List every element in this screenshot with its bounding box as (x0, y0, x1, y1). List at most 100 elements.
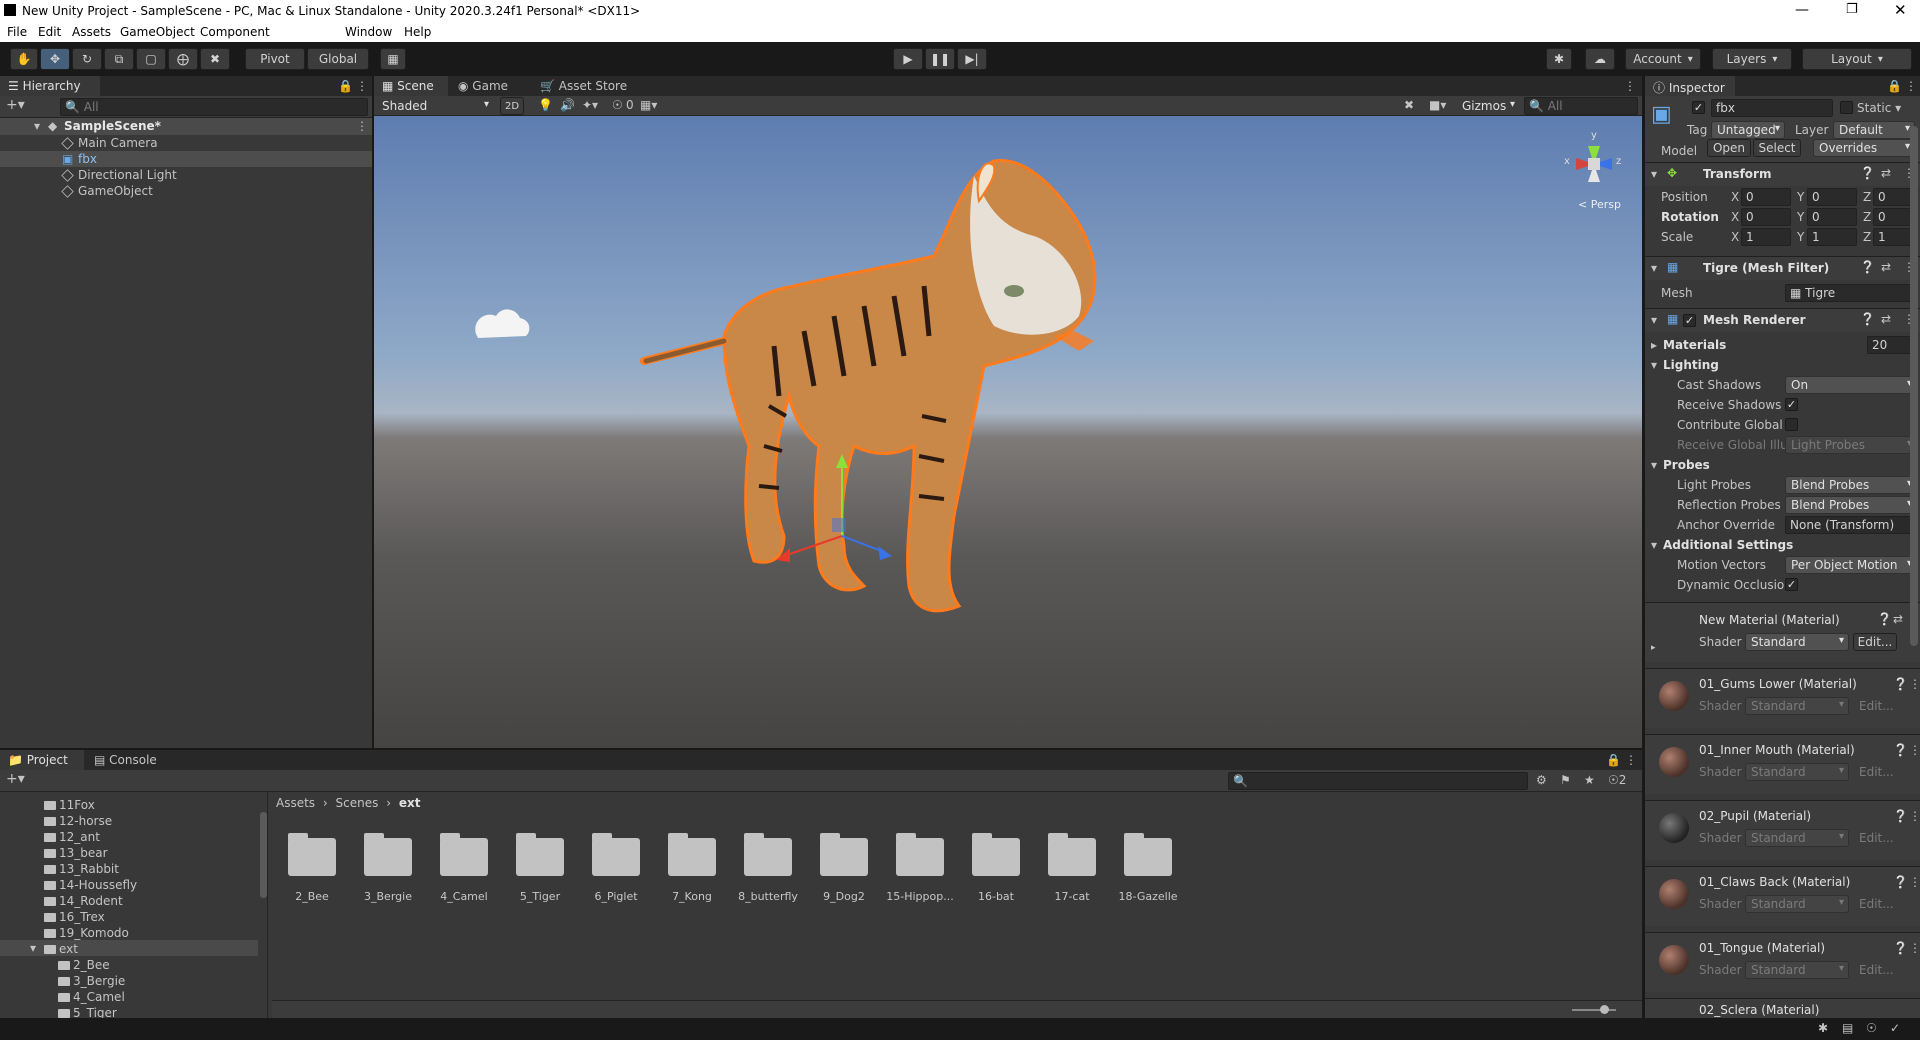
tab-scene[interactable]: ▦ Scene (374, 76, 448, 96)
tree-item-selected[interactable]: ▾ ext (0, 940, 258, 956)
tag-dropdown[interactable]: Untagged (1711, 121, 1785, 139)
asset-folder[interactable]: 2_Bee (272, 820, 352, 910)
shader-dropdown[interactable]: Standard (1745, 633, 1849, 651)
orientation-gizmo-icon[interactable]: y x z (1564, 130, 1624, 194)
tree-item[interactable]: 13_Rabbit (44, 862, 119, 876)
reflection-probes-dropdown[interactable]: Blend Probes (1785, 496, 1917, 514)
breadcrumb-assets[interactable]: Assets (276, 796, 315, 810)
minimize-icon[interactable]: — (1795, 2, 1809, 18)
global-toggle[interactable]: Global (307, 48, 369, 70)
maximize-icon[interactable]: ❐ (1846, 2, 1858, 17)
help-icon[interactable]: ❔ (1893, 875, 1908, 889)
cast-shadows-dropdown[interactable]: On (1785, 376, 1917, 394)
help-icon[interactable]: ❔ (1893, 941, 1908, 955)
expand-arrow-icon[interactable]: ▾ (1651, 167, 1657, 181)
grid-snap-icon[interactable]: ▦ (380, 48, 406, 70)
help-icon[interactable]: ❔ (1860, 260, 1875, 274)
favorites-icon[interactable]: ★ (1584, 773, 1595, 787)
help-icon[interactable]: ❔ (1860, 312, 1875, 326)
preset-icon[interactable]: ⇄ (1893, 612, 1903, 626)
tab-hierarchy[interactable]: ☰ Hierarchy (0, 76, 100, 96)
panel-menu-icon[interactable]: ⋮ (1625, 753, 1637, 767)
breadcrumb-scenes[interactable]: Scenes (336, 796, 379, 810)
mesh-field[interactable]: ▦ Tigre (1785, 284, 1917, 302)
custom-tool-icon[interactable]: ✖ (200, 48, 230, 70)
asset-folder[interactable]: 3_Bergie (348, 820, 428, 910)
scene-row[interactable]: ▾ ◆ SampleScene* ⋮ (0, 118, 372, 135)
zoom-slider[interactable] (1572, 1009, 1616, 1011)
material-section[interactable]: New Material (Material) ❔ ⇄ ⋮ Shader Sta… (1645, 602, 1920, 662)
help-icon[interactable]: ❔ (1893, 743, 1908, 757)
motion-vectors-dropdown[interactable]: Per Object Motion (1785, 556, 1917, 574)
asset-folder[interactable]: 5_Tiger (500, 820, 580, 910)
mesh-renderer-checkbox[interactable]: ✓ (1683, 314, 1696, 327)
component-menu-icon[interactable]: ⋮ (1909, 743, 1920, 757)
panel-menu-icon[interactable]: ⋮ (1905, 79, 1917, 93)
rotation-x-field[interactable]: 0 (1741, 208, 1791, 226)
receive-shadows-checkbox[interactable]: ✓ (1785, 398, 1798, 411)
add-icon[interactable]: +▾ (6, 771, 25, 787)
tree-item[interactable]: 13_bear (44, 846, 108, 860)
material-section[interactable]: 01_Tongue (Material) ❔ ⋮ Shader Standard… (1645, 932, 1920, 992)
overrides-dropdown[interactable]: Overrides (1813, 139, 1915, 157)
add-icon[interactable]: +▾ (6, 97, 25, 113)
lighting-icon[interactable]: 💡 (538, 98, 553, 112)
transform-header[interactable]: ▾ ✥ Transform ❔ ⇄ ⋮ (1645, 162, 1920, 186)
asset-folder[interactable]: 18-Gazelle (1108, 820, 1188, 910)
zoom-slider-handle[interactable] (1600, 1005, 1609, 1014)
menu-edit[interactable]: Edit (38, 25, 61, 39)
camera-settings-icon[interactable]: ■▾ (1429, 98, 1446, 112)
asset-folder[interactable]: 16-bat (956, 820, 1036, 910)
grid-icon[interactable]: ▦▾ (640, 98, 657, 112)
hierarchy-search-input[interactable]: 🔍 All (60, 98, 368, 116)
rotation-y-field[interactable]: 0 (1807, 208, 1857, 226)
mesh-renderer-header[interactable]: ▾ ▦ ✓ Mesh Renderer ❔ ⇄ ⋮ (1645, 308, 1920, 332)
rotate-tool-icon[interactable]: ↻ (72, 48, 102, 70)
search-by-type-icon[interactable]: ⚙ (1536, 773, 1547, 787)
panel-menu-icon[interactable]: ⋮ (356, 79, 368, 93)
step-button[interactable]: ▶| (957, 48, 987, 70)
menu-component[interactable]: Component (200, 25, 270, 39)
close-icon[interactable]: ✕ (1894, 1, 1907, 19)
audio-icon[interactable]: 🔊 (560, 98, 575, 112)
pivot-toggle[interactable]: Pivot (245, 48, 305, 70)
material-section[interactable]: 02_Sclera (Material) (1645, 998, 1920, 1018)
expand-arrow-icon[interactable]: ▾ (1651, 313, 1657, 327)
menu-file[interactable]: File (7, 25, 27, 39)
account-dropdown[interactable]: Account (1625, 48, 1701, 70)
shading-mode-dropdown[interactable]: Shaded (376, 97, 494, 115)
active-checkbox[interactable]: ✓ (1692, 101, 1705, 114)
preset-icon[interactable]: ⇄ (1881, 312, 1891, 326)
material-section[interactable]: 02_Pupil (Material) ❔ ⋮ Shader Standard … (1645, 800, 1920, 860)
tab-project[interactable]: 📁 Project (0, 750, 84, 770)
tools-icon[interactable]: ✖ (1404, 98, 1414, 112)
material-section[interactable]: 01_Claws Back (Material) ❔ ⋮ Shader Stan… (1645, 866, 1920, 926)
help-icon[interactable]: ❔ (1877, 612, 1892, 626)
position-x-field[interactable]: 0 (1741, 188, 1791, 206)
asset-folder[interactable]: 17-cat (1032, 820, 1112, 910)
mesh-filter-header[interactable]: ▾ ▦ Tigre (Mesh Filter) ❔ ⇄ ⋮ (1645, 256, 1920, 280)
help-icon[interactable]: ❔ (1860, 166, 1875, 180)
material-section[interactable]: 01_Gums Lower (Material) ❔ ⋮ Shader Stan… (1645, 668, 1920, 728)
tree-item[interactable]: 4_Camel (58, 990, 125, 1004)
scale-x-field[interactable]: 1 (1741, 228, 1791, 246)
project-search-input[interactable]: 🔍 (1228, 772, 1528, 790)
cloud-icon[interactable]: ☁ (1585, 48, 1615, 70)
tiger-model[interactable] (374, 116, 1642, 748)
tree-item[interactable]: 14_Rodent (44, 894, 123, 908)
expand-arrow-icon[interactable]: ▾ (1651, 261, 1657, 275)
asset-folder[interactable]: 6_Piglet (576, 820, 656, 910)
tree-scrollbar[interactable] (260, 812, 267, 898)
asset-folder[interactable]: 4_Camel (424, 820, 504, 910)
tree-item[interactable]: 12_ant (44, 830, 100, 844)
static-checkbox[interactable] (1840, 101, 1853, 114)
gizmos-dropdown[interactable]: Gizmos (1456, 97, 1520, 115)
layer-dropdown[interactable]: Default (1833, 121, 1915, 139)
list-item[interactable]: Directional Light (0, 167, 372, 183)
tree-item[interactable]: 2_Bee (58, 958, 110, 972)
shader-edit-button[interactable]: Edit... (1853, 633, 1897, 651)
persp-label[interactable]: < Persp (1578, 198, 1621, 211)
lock-icon[interactable]: 🔒 (1887, 79, 1902, 93)
scale-tool-icon[interactable]: ⧉ (104, 48, 134, 70)
tab-inspector[interactable]: ⓘ Inspector (1645, 76, 1735, 96)
